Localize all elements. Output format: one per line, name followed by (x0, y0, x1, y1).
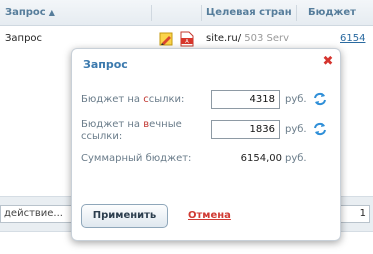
edit-icon[interactable] (159, 32, 173, 46)
column-header-query-label: Запрос (5, 7, 46, 18)
row-site-url[interactable]: site.ru/ (206, 33, 241, 44)
pdf-icon[interactable]: A (180, 31, 194, 47)
total-budget-label: Суммарный бюджет: (81, 153, 192, 164)
close-icon[interactable]: ✖ (322, 55, 334, 68)
sort-asc-icon: ▲ (48, 8, 55, 17)
label-part: сылки: (148, 94, 185, 105)
budget-dialog: Запрос ✖ Бюджет на ссылки: 4318 руб. Бюд… (71, 48, 341, 241)
svg-text:A: A (185, 39, 189, 45)
dialog-title: Запрос (83, 58, 128, 71)
refresh-icon[interactable] (313, 92, 327, 106)
row-query: Запрос (5, 33, 43, 44)
cancel-link[interactable]: Отмена (188, 210, 231, 221)
column-separator (201, 5, 202, 21)
column-header-budget[interactable]: Бюджет (308, 0, 368, 26)
eternal-budget-label: Бюджет на вечные ссылки: (81, 119, 193, 143)
column-separator (151, 5, 152, 21)
link-budget-input[interactable]: 4318 (211, 90, 280, 109)
app-window: Запрос ▲ Целевая стран Бюджет Запрос A si… (0, 0, 373, 254)
refresh-icon[interactable] (313, 122, 327, 136)
link-budget-label: Бюджет на ссылки: (81, 94, 184, 106)
action-select[interactable]: действие... (0, 205, 80, 223)
row-site: site.ru/ 503 Serv (206, 28, 296, 50)
column-header-target[interactable]: Целевая стран (206, 0, 292, 26)
table-row: Запрос A site.ru/ 503 Serv 6154 (0, 28, 373, 50)
column-separator (296, 5, 297, 21)
row-budget-link[interactable]: 6154 (340, 28, 370, 50)
eternal-budget-input[interactable]: 1836 (211, 120, 280, 139)
column-header-query[interactable]: Запрос ▲ (5, 0, 145, 26)
currency-label: руб. (285, 124, 307, 135)
row-status: 503 Serv (244, 33, 290, 44)
label-part: Бюджет на (81, 94, 144, 105)
table-header: Запрос ▲ Целевая стран Бюджет (0, 0, 373, 26)
label-part: Бюджет на (81, 119, 144, 130)
page-number-input[interactable]: 1 (340, 205, 370, 223)
total-currency-label: руб. (285, 153, 307, 164)
currency-label: руб. (285, 94, 307, 105)
total-budget-value: 6154,00 (240, 153, 282, 164)
apply-button[interactable]: Применить (81, 204, 168, 228)
